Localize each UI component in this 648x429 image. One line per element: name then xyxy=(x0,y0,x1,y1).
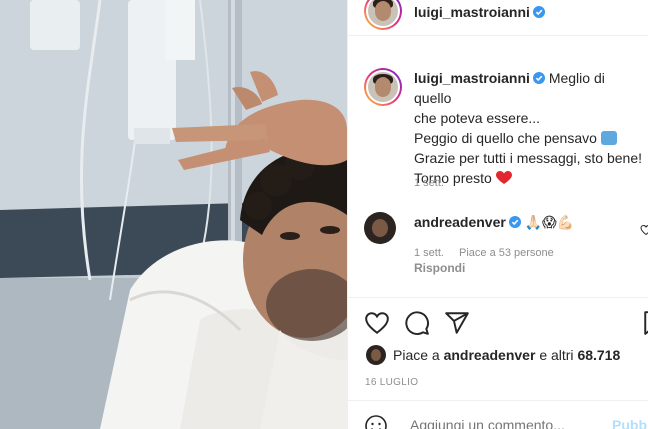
publish-button[interactable]: Pubblica xyxy=(612,417,648,429)
red-heart-emoji-icon xyxy=(495,171,512,184)
comment-bubble-icon[interactable] xyxy=(404,310,430,336)
author-username[interactable]: luigi_mastroianni xyxy=(414,4,545,20)
post-side-panel: luigi_mastroianni luigi_mastroianni Megl… xyxy=(347,0,648,429)
post-photo-illustration xyxy=(0,0,347,429)
caption-line: Peggio di quello che pensavo xyxy=(414,130,597,146)
comment-emojis: 🙏🏻😱💪🏻 xyxy=(524,214,575,230)
add-comment-input[interactable] xyxy=(410,417,610,429)
reply-button[interactable]: Rispondi xyxy=(414,261,465,275)
person-shrugging-emoji-icon xyxy=(600,131,617,145)
likes-prefix: Piace a xyxy=(393,347,440,363)
post-header: luigi_mastroianni xyxy=(348,0,648,36)
caption-author-username[interactable]: luigi_mastroianni xyxy=(414,70,545,86)
actions-divider xyxy=(348,297,648,298)
likes-count[interactable]: 68.718 xyxy=(577,347,620,363)
bookmark-icon[interactable] xyxy=(642,310,648,336)
caption-text: luigi_mastroianni Meglio di quello che p… xyxy=(414,68,646,188)
likes-connector: e altri xyxy=(539,347,574,363)
post-date[interactable]: 16 LUGLIO xyxy=(365,377,418,388)
caption-line: che poteva essere... xyxy=(414,110,541,126)
smiley-icon[interactable] xyxy=(364,414,388,429)
caption-line: Grazie per tutti i messaggi, sto bene! xyxy=(414,150,642,166)
author-avatar[interactable] xyxy=(364,0,402,30)
likes-first-user[interactable]: andreadenver xyxy=(444,347,536,363)
heart-icon[interactable] xyxy=(640,224,648,236)
paper-plane-icon[interactable] xyxy=(444,310,470,336)
comment-text: andreadenver 🙏🏻😱💪🏻 xyxy=(414,212,634,232)
verified-badge-icon xyxy=(508,216,521,228)
add-comment-divider xyxy=(348,400,648,401)
liker-avatar[interactable] xyxy=(366,345,386,365)
verified-badge-icon xyxy=(532,72,545,84)
caption-time[interactable]: 1 sett. xyxy=(414,177,444,189)
likes-summary[interactable]: Piace a andreadenver e altri 68.718 xyxy=(393,347,620,363)
caption-author-avatar[interactable] xyxy=(364,68,402,106)
comment-author-avatar[interactable] xyxy=(364,212,396,244)
comment-time[interactable]: 1 sett. xyxy=(414,247,444,259)
comment-author-username[interactable]: andreadenver xyxy=(414,214,521,230)
comment-likes-count[interactable]: Piace a 53 persone xyxy=(459,247,554,259)
verified-badge-icon xyxy=(532,6,545,18)
heart-icon[interactable] xyxy=(364,310,390,336)
post-photo xyxy=(0,0,347,429)
